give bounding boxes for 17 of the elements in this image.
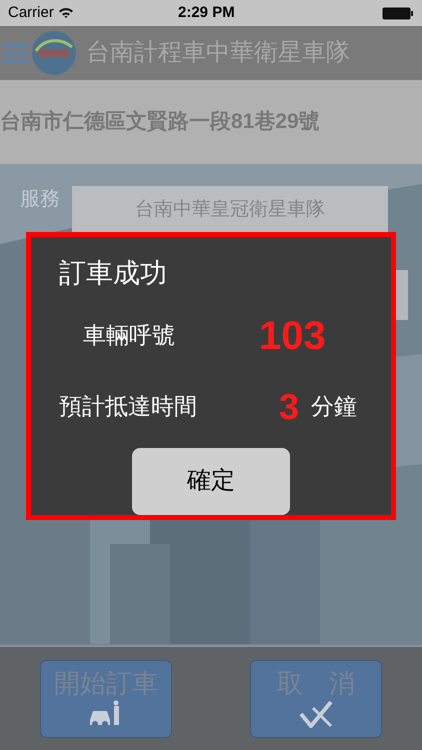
check-cross-icon — [299, 700, 333, 728]
carrier-label: Carrier — [8, 2, 54, 23]
info-value: 3 — [279, 384, 300, 428]
info-label: 車輛呼號 — [83, 321, 176, 350]
wifi-icon — [58, 7, 74, 19]
logo-icon — [30, 29, 78, 77]
address-text: 台南市仁德區文賢路一段81巷29號 — [0, 108, 320, 136]
info-value: 103 — [259, 312, 326, 360]
unit-label: 分鐘 — [311, 392, 358, 422]
menu-icon[interactable] — [2, 40, 30, 66]
battery-icon — [382, 6, 414, 20]
service-field[interactable]: 台南中華皇冠衛星車隊 — [72, 186, 388, 234]
dialog-title: 訂車成功 — [59, 257, 167, 290]
status-time: 2:29 PM — [178, 2, 235, 23]
info-label: 預計抵達時間 — [59, 392, 198, 422]
field-label: 服務 — [20, 187, 60, 212]
confirm-button[interactable]: 確定 — [132, 448, 290, 515]
